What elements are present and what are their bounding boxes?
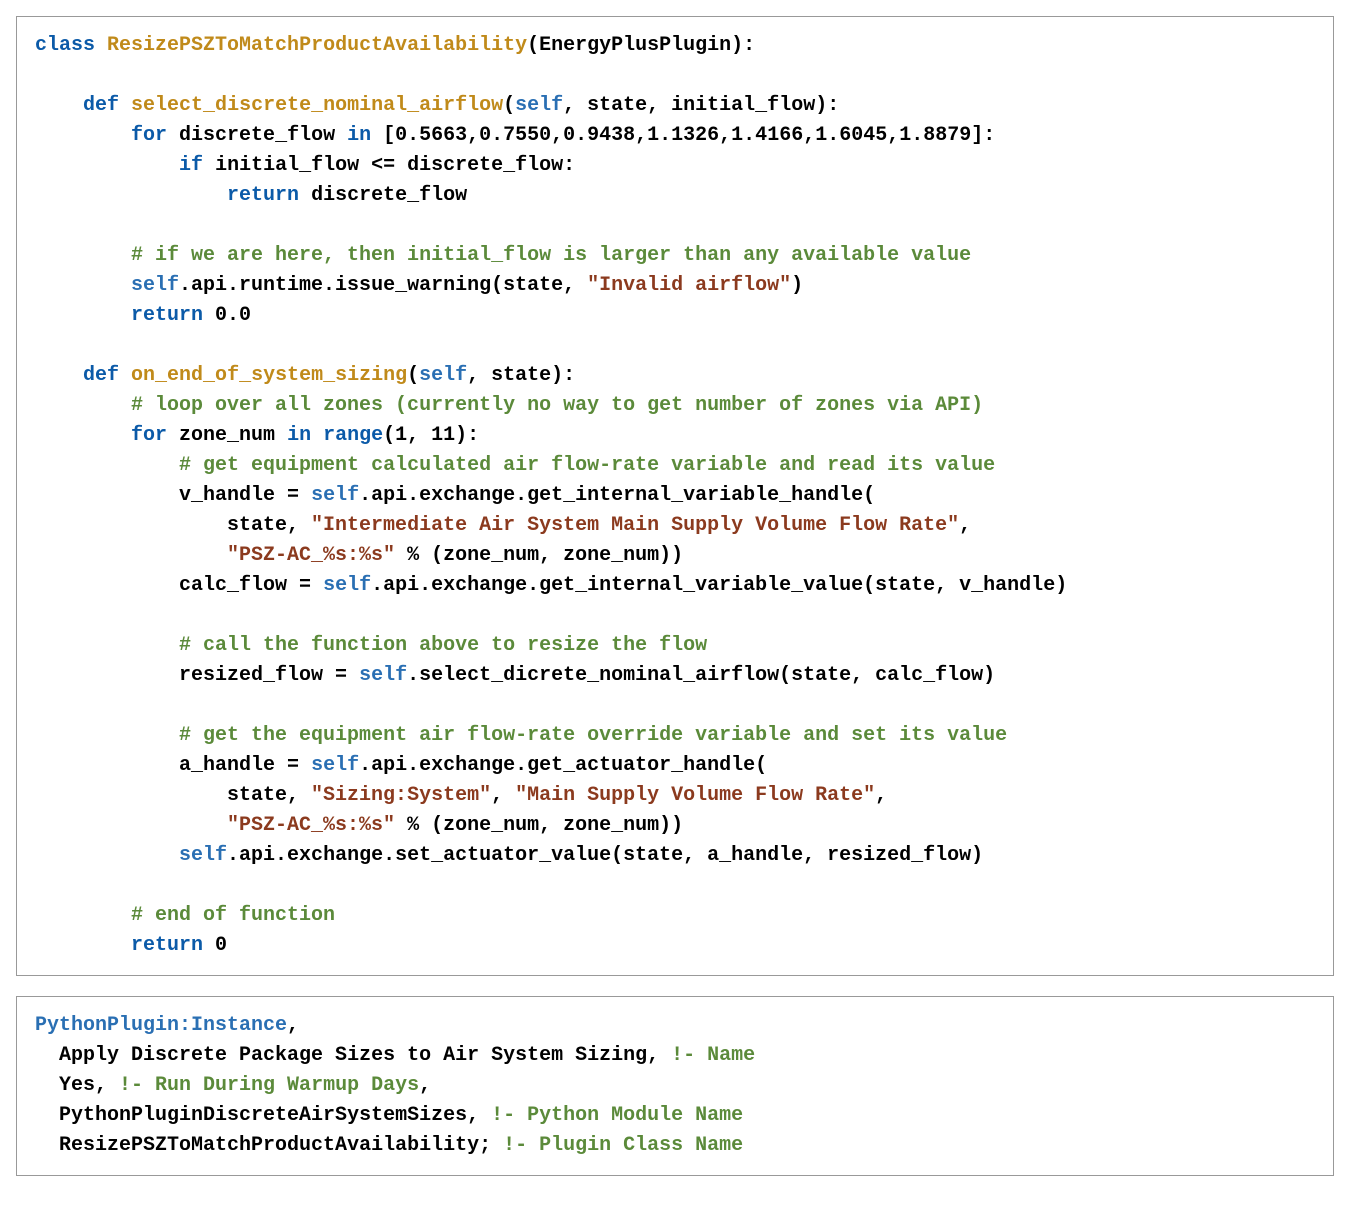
idf-module-cmt: !- Python Module Name [491,1104,743,1127]
python-code-block: class ResizePSZToMatchProductAvailabilit… [16,16,1334,976]
self: self [311,484,359,507]
paren-close: ): [551,364,575,387]
self: self [323,574,371,597]
m2-vhandle-lhs: v_handle = [179,484,311,507]
comma: , [491,784,515,807]
paren-close: ): [815,94,839,117]
idf-class-cmt: !- Plugin Class Name [503,1134,743,1157]
m2-range: (1, 11): [383,424,479,447]
colon: : [983,124,995,147]
paren-colon: ): [731,34,755,57]
m2-psz2: "PSZ-AC_%s:%s" [227,814,395,837]
m2-getivarval: .api.exchange.get_internal_variable_valu… [371,574,1067,597]
m2-fmtargs2: % (zone_num, zone_num)) [395,814,683,837]
m1-ret1: discrete_flow [311,184,467,207]
m1-warn-str: "Invalid airflow" [587,274,791,297]
paren-open: ( [407,364,419,387]
comma: , [875,784,887,807]
paren-open: ( [503,94,515,117]
kw-def: def [83,364,119,387]
kw-if: if [179,154,203,177]
kw-for: for [131,124,167,147]
kw-return: return [131,934,203,957]
kw-class: class [35,34,95,57]
m2-ret: 0 [215,934,227,957]
m2-ahandle-lhs: a_handle = [179,754,311,777]
m2-cmt-loop: # loop over all zones (currently no way … [131,394,983,417]
m2-act-s2: "Main Supply Volume Flow Rate" [515,784,875,807]
m1-comment: # if we are here, then initial_flow is l… [131,244,971,267]
base-class: EnergyPlusPlugin [539,34,731,57]
m1-list: [0.5663,0.7550,0.9438,1.1326,1.4166,1.60… [383,124,983,147]
range: range [323,424,383,447]
self: self [419,364,467,387]
m2-cmt-call: # call the function above to resize the … [179,634,707,657]
comma: , [287,1014,299,1037]
m1-params: state, initial_flow [587,94,815,117]
m2-act-s1: "Sizing:System" [311,784,491,807]
idf-obj: PythonPlugin:Instance [35,1014,287,1037]
class-name: ResizePSZToMatchProductAvailability [107,34,527,57]
paren: ( [527,34,539,57]
comma: , [959,514,971,537]
kw-def: def [83,94,119,117]
kw-for: for [131,424,167,447]
m2-cmt-end: # end of function [131,904,335,927]
m2-loopvar: zone_num [179,424,275,447]
idf-yes: Yes, [59,1074,119,1097]
m2-ivar-str1: "Intermediate Air System Main Supply Vol… [311,514,959,537]
m2-cmt-get: # get equipment calculated air flow-rate… [179,454,995,477]
comma: , [563,94,587,117]
method1-name: select_discrete_nominal_airflow [131,94,503,117]
idf-module: PythonPluginDiscreteAirSystemSizes, [59,1104,491,1127]
m2-state: state, [227,514,311,537]
kw-in: in [287,424,311,447]
comma: , [419,1074,431,1097]
self: self [311,754,359,777]
idf-name-cmt: !- Name [671,1044,755,1067]
m2-calc-lhs: calc_flow = [179,574,323,597]
self: self [131,274,179,297]
method2-name: on_end_of_system_sizing [131,364,407,387]
kw-in: in [347,124,371,147]
m2-params: state [491,364,551,387]
m2-resize-lhs: resized_flow = [179,664,359,687]
self: self [515,94,563,117]
self: self [179,844,227,867]
paren: ) [791,274,803,297]
idf-code-block: PythonPlugin:Instance, Apply Discrete Pa… [16,996,1334,1176]
m2-resize-call: .select_dicrete_nominal_airflow(state, c… [407,664,995,687]
m2-setact: .api.exchange.set_actuator_value(state, … [227,844,983,867]
m1-ret2: 0.0 [215,304,251,327]
kw-return: return [131,304,203,327]
m2-getivar: .api.exchange.get_internal_variable_hand… [359,484,875,507]
m1-loopvar: discrete_flow [179,124,335,147]
idf-class: ResizePSZToMatchProductAvailability; [59,1134,503,1157]
m1-warn: .api.runtime.issue_warning(state, [179,274,587,297]
kw-return: return [227,184,299,207]
m2-cmt-set: # get the equipment air flow-rate overri… [179,724,1007,747]
m2-psz: "PSZ-AC_%s:%s" [227,544,395,567]
idf-yes-cmt: !- Run During Warmup Days [119,1074,419,1097]
m2-fmtargs: % (zone_num, zone_num)) [395,544,683,567]
m1-cond: initial_flow <= discrete_flow: [215,154,575,177]
comma: , [467,364,491,387]
m2-state2: state, [227,784,311,807]
m2-getact: .api.exchange.get_actuator_handle( [359,754,767,777]
idf-name: Apply Discrete Package Sizes to Air Syst… [59,1044,671,1067]
self: self [359,664,407,687]
